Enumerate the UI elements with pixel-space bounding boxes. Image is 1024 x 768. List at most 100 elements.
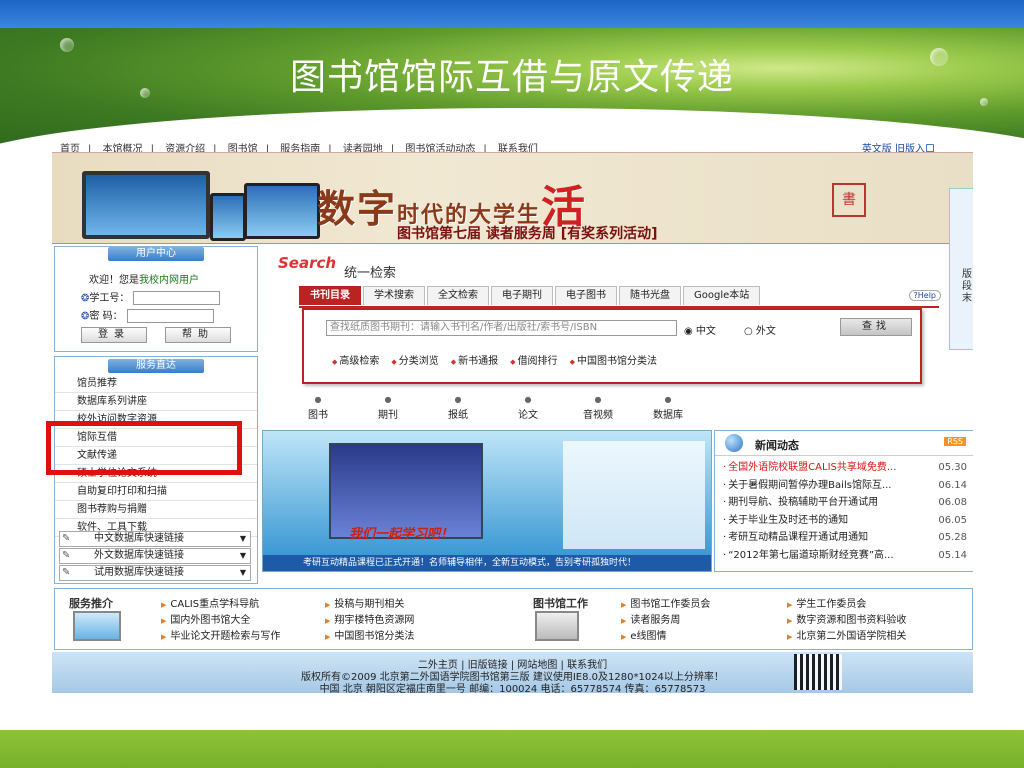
recommend-header: 服务推介 xyxy=(69,597,113,610)
work-link[interactable]: 图书馆工作委员会 xyxy=(621,595,710,610)
tab-ebook[interactable]: 电子图书 xyxy=(555,286,617,305)
work-link[interactable]: 读者服务周 xyxy=(621,611,680,626)
promo-slogan: 我们一起学习吧！ xyxy=(349,527,454,542)
recommend-link[interactable]: 投稿与期刊相关 xyxy=(325,595,404,610)
news-text: 期刊导航、投稿辅助平台开通试用 xyxy=(728,497,879,508)
unified-search: Search 统一检索 书刊目录 学术搜索 全文检索 电子期刊 电子图书 随书光盘 Goog… xyxy=(262,246,947,424)
work-link[interactable]: e线图情 xyxy=(621,627,666,642)
news-item[interactable]: 全国外语院校联盟CALIS共享域免费... 05.30 xyxy=(723,459,973,477)
search-links: 高级检索 分类浏览 新书通报 借阅排行 中国图书馆分类法 xyxy=(332,352,669,367)
highlight-box xyxy=(46,421,242,475)
hero-subtitle: 图书馆第七届 读者服务周 [有奖系列活动] xyxy=(397,226,658,242)
news-date: 06.14 xyxy=(938,479,967,491)
search-tabs: 书刊目录 学术搜索 全文检索 电子期刊 电子图书 随书光盘 Google本站 xyxy=(299,286,939,308)
news-item[interactable]: 关于暑假期间暂停办理Bails馆际互... 06.14 xyxy=(723,477,973,495)
search-logo-cn: 统一检索 xyxy=(344,266,397,281)
nav-right-links[interactable]: 英文版 旧版入口 xyxy=(862,140,935,152)
top-blue-bar xyxy=(0,0,1024,28)
trial-db-select[interactable]: ✎ 试用数据库快速链接 ▼ xyxy=(59,565,251,581)
news-text: 全国外语院校联盟CALIS共享域免费... xyxy=(728,462,897,473)
news-text: 考研互动精品课程开通试用通知 xyxy=(728,532,869,543)
select-label: 试用数据库快速链接 xyxy=(94,567,184,578)
type-newspapers[interactable]: 报纸 xyxy=(438,394,478,421)
radio-foreign[interactable]: ○ 外文 xyxy=(744,322,776,337)
work-link[interactable]: 北京第二外国语学院相关 xyxy=(787,627,906,642)
radio-chinese[interactable]: ◉ 中文 xyxy=(684,322,716,337)
search-button[interactable]: 查找 xyxy=(840,318,912,336)
type-theses[interactable]: 论文 xyxy=(508,394,548,421)
recommend-link[interactable]: 国内外图书馆大全 xyxy=(161,611,250,626)
recommend-link[interactable]: CALIS重点学科导航 xyxy=(161,595,259,610)
bottom-green-bar xyxy=(0,730,1024,768)
news-date: 06.08 xyxy=(938,497,967,508)
chinese-db-select[interactable]: ✎ 中文数据库快速链接 ▼ xyxy=(59,531,251,547)
type-databases[interactable]: 数据库 xyxy=(648,394,688,421)
laptop-icon xyxy=(82,171,210,239)
search-link[interactable]: 高级检索 xyxy=(332,356,379,367)
news-date: 05.30 xyxy=(938,462,967,473)
promo-ticker: 考研互动精品课程已正式开通！名师辅导相伴，全新互动模式，告别考研孤独时代！ xyxy=(263,555,711,571)
foreign-db-select[interactable]: ✎ 外文数据库快速链接 ▼ xyxy=(59,548,251,564)
id-input[interactable] xyxy=(133,291,221,305)
nav-item[interactable]: 首页 xyxy=(60,144,80,152)
service-item[interactable]: 馆员推荐 xyxy=(55,375,257,393)
search-link[interactable]: 借阅排行 xyxy=(510,356,557,367)
tab-fulltext[interactable]: 全文检索 xyxy=(427,286,489,305)
tab-catalog[interactable]: 书刊目录 xyxy=(299,286,361,305)
work-link[interactable]: 数字资源和图书资料验收 xyxy=(787,611,906,626)
recommend-link[interactable]: 毕业论文开题检索与写作 xyxy=(161,627,280,642)
recommend-link[interactable]: 中国图书馆分类法 xyxy=(325,627,414,642)
side-tab-char: 段 xyxy=(962,281,972,292)
recommend-link[interactable]: 翔宇楼特色资源网 xyxy=(325,611,414,626)
tab-ejournal[interactable]: 电子期刊 xyxy=(491,286,553,305)
type-av[interactable]: 音视频 xyxy=(578,394,618,421)
side-tab[interactable]: 版 段 末 xyxy=(949,188,973,350)
pwd-row: ❂密 码： xyxy=(81,307,214,323)
promo-login-panel xyxy=(563,441,705,549)
select-label: 中文数据库快速链接 xyxy=(94,533,184,544)
work-link[interactable]: 学生工作委员会 xyxy=(787,595,866,610)
type-books[interactable]: 图书 xyxy=(298,394,338,421)
search-link[interactable]: 新书通报 xyxy=(451,356,498,367)
rss-icon[interactable]: RSS xyxy=(944,437,966,446)
video-promo[interactable]: 我们一起学习吧！ 考研互动精品课程已正式开通！名师辅导相伴，全新互动模式，告别考… xyxy=(262,430,712,572)
news-item[interactable]: 关于毕业生及时还书的通知 06.05 xyxy=(723,512,973,530)
type-journals[interactable]: 期刊 xyxy=(368,394,408,421)
password-input[interactable] xyxy=(126,309,214,323)
tab-cd[interactable]: 随书光盘 xyxy=(619,286,681,305)
search-input[interactable]: 查找纸质图书期刊：请输入书刊名/作者/出版社/索书号/ISBN xyxy=(326,320,677,336)
nav-item[interactable]: 读者园地 xyxy=(343,144,383,152)
search-link[interactable]: 分类浏览 xyxy=(391,356,438,367)
nav-item[interactable]: 本馆概况 xyxy=(103,144,143,152)
nav-item[interactable]: 联系我们 xyxy=(498,144,538,152)
bottom-links-box: 服务推介 CALIS重点学科导航 国内外图书馆大全 毕业论文开题检索与写作 投稿… xyxy=(54,588,973,650)
service-item[interactable]: 数据库系列讲座 xyxy=(55,393,257,411)
help-link[interactable]: ?Help xyxy=(908,290,941,301)
search-logo: Search xyxy=(278,254,337,272)
search-panel: 查找纸质图书期刊：请输入书刊名/作者/出版社/索书号/ISBN ◉ 中文 ○ 外… xyxy=(302,308,922,384)
service-item[interactable]: 图书荐购与捐赠 xyxy=(55,501,257,519)
news-item[interactable]: “2012年第七届道琼斯财经竞赛”高... 05.14 xyxy=(723,547,973,565)
qr-code-icon xyxy=(794,654,842,690)
globe-icon xyxy=(725,434,743,452)
top-nav: 首页 | 本馆概况 | 资源介绍 | 图书馆 | 服务指南 | 读者园地 | 图书馆活动动态… xyxy=(52,140,973,152)
user-center-box: 用户中心 欢迎！您是我校内网用户 ❂学工号： ❂密 码： 登录 帮助 xyxy=(54,246,258,352)
welcome-user: 我校内网用户 xyxy=(139,275,199,286)
tab-academic[interactable]: 学术搜索 xyxy=(363,286,425,305)
news-item[interactable]: 考研互动精品课程开通试用通知 05.28 xyxy=(723,529,973,547)
search-link[interactable]: 中国图书馆分类法 xyxy=(570,356,657,367)
slide-title: 图书馆馆际互借与原文传递 xyxy=(289,57,734,98)
select-label: 外文数据库快速链接 xyxy=(94,550,184,561)
nav-item[interactable]: 资源介绍 xyxy=(165,144,205,152)
news-item[interactable]: 期刊导航、投稿辅助平台开通试用 06.08 xyxy=(723,494,973,512)
service-item[interactable]: 自助复印打印和扫描 xyxy=(55,483,257,501)
nav-item[interactable]: 服务指南 xyxy=(280,144,320,152)
login-button[interactable]: 登录 xyxy=(81,327,147,343)
tab-google[interactable]: Google本站 xyxy=(683,286,761,305)
nav-item[interactable]: 图书馆 xyxy=(228,144,258,152)
help-button[interactable]: 帮助 xyxy=(165,327,231,343)
news-box: 新闻动态 RSS 全国外语院校联盟CALIS共享域免费... 05.30 关于暑假… xyxy=(714,430,973,572)
nav-item[interactable]: 图书馆活动动态 xyxy=(405,144,475,152)
news-date: 06.05 xyxy=(938,514,967,526)
paperclip-icon: ✎ xyxy=(62,550,71,561)
